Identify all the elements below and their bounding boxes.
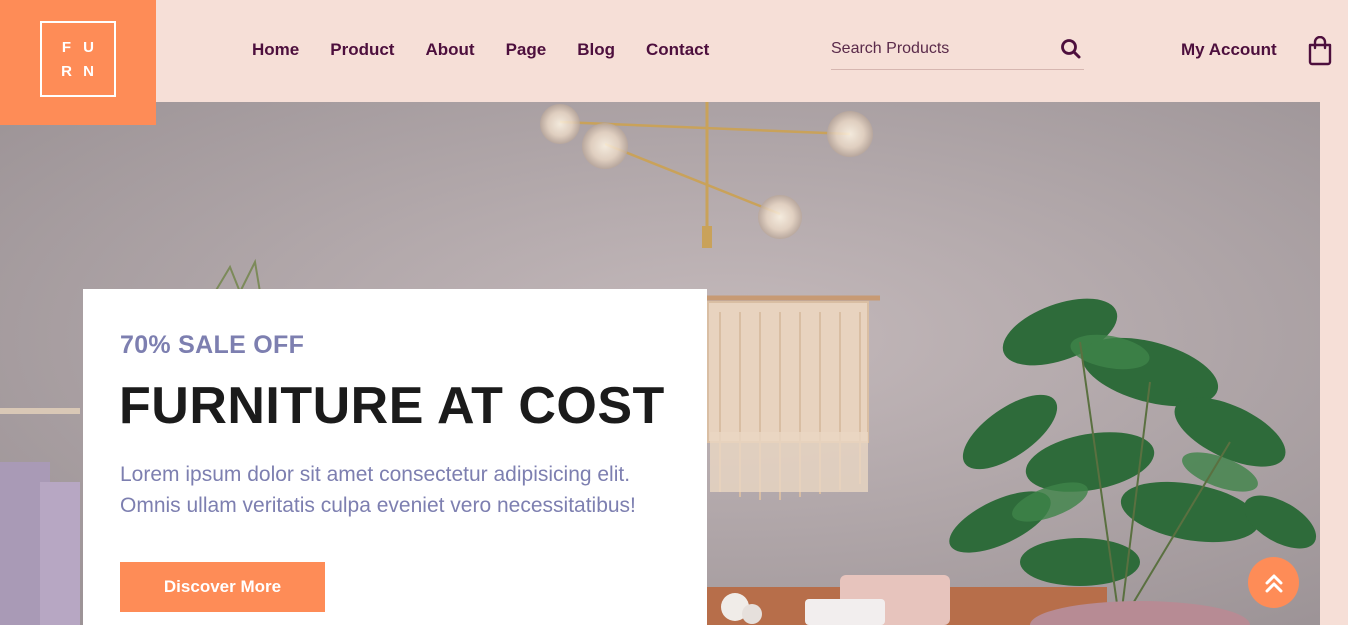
logo-letter: N: [83, 62, 95, 80]
main-nav: Home Product About Page Blog Contact: [252, 38, 740, 62]
search-bar: [831, 32, 1084, 70]
sale-tag: 70% SALE OFF: [120, 331, 305, 359]
discover-more-button[interactable]: Discover More: [120, 562, 325, 612]
scroll-to-top-button[interactable]: [1248, 557, 1299, 608]
nav-home-link[interactable]: Home: [252, 38, 299, 62]
nav-page-link[interactable]: Page: [506, 38, 547, 62]
nav-blog-link[interactable]: Blog: [577, 38, 615, 62]
nav-about-link[interactable]: About: [425, 38, 474, 62]
logo-letter: F: [61, 38, 73, 56]
logo-frame: F U R N: [40, 21, 116, 97]
brand-logo[interactable]: F U R N: [0, 0, 156, 125]
hero-description: Lorem ipsum dolor sit amet consectetur a…: [120, 463, 636, 517]
logo-letter: U: [83, 38, 95, 56]
search-input[interactable]: [831, 36, 1051, 62]
search-icon[interactable]: [1060, 38, 1082, 60]
hero-banner: 70% SALE OFF FURNITURE AT COST Lorem ips…: [0, 102, 1320, 625]
nav-contact-link[interactable]: Contact: [646, 38, 709, 62]
double-chevron-up-icon: [1265, 574, 1282, 592]
macrame-hanging-illustration: [700, 295, 880, 500]
hero-title: FURNITURE AT COST: [119, 377, 665, 435]
nav-product-link[interactable]: Product: [330, 38, 394, 62]
promo-card: 70% SALE OFF FURNITURE AT COST Lorem ips…: [83, 289, 707, 625]
shopping-bag-icon[interactable]: [1307, 35, 1333, 66]
logo-letter: R: [61, 62, 73, 80]
site-header: Home Product About Page Blog Contact My …: [0, 0, 1348, 102]
my-account-link[interactable]: My Account: [1181, 38, 1277, 62]
